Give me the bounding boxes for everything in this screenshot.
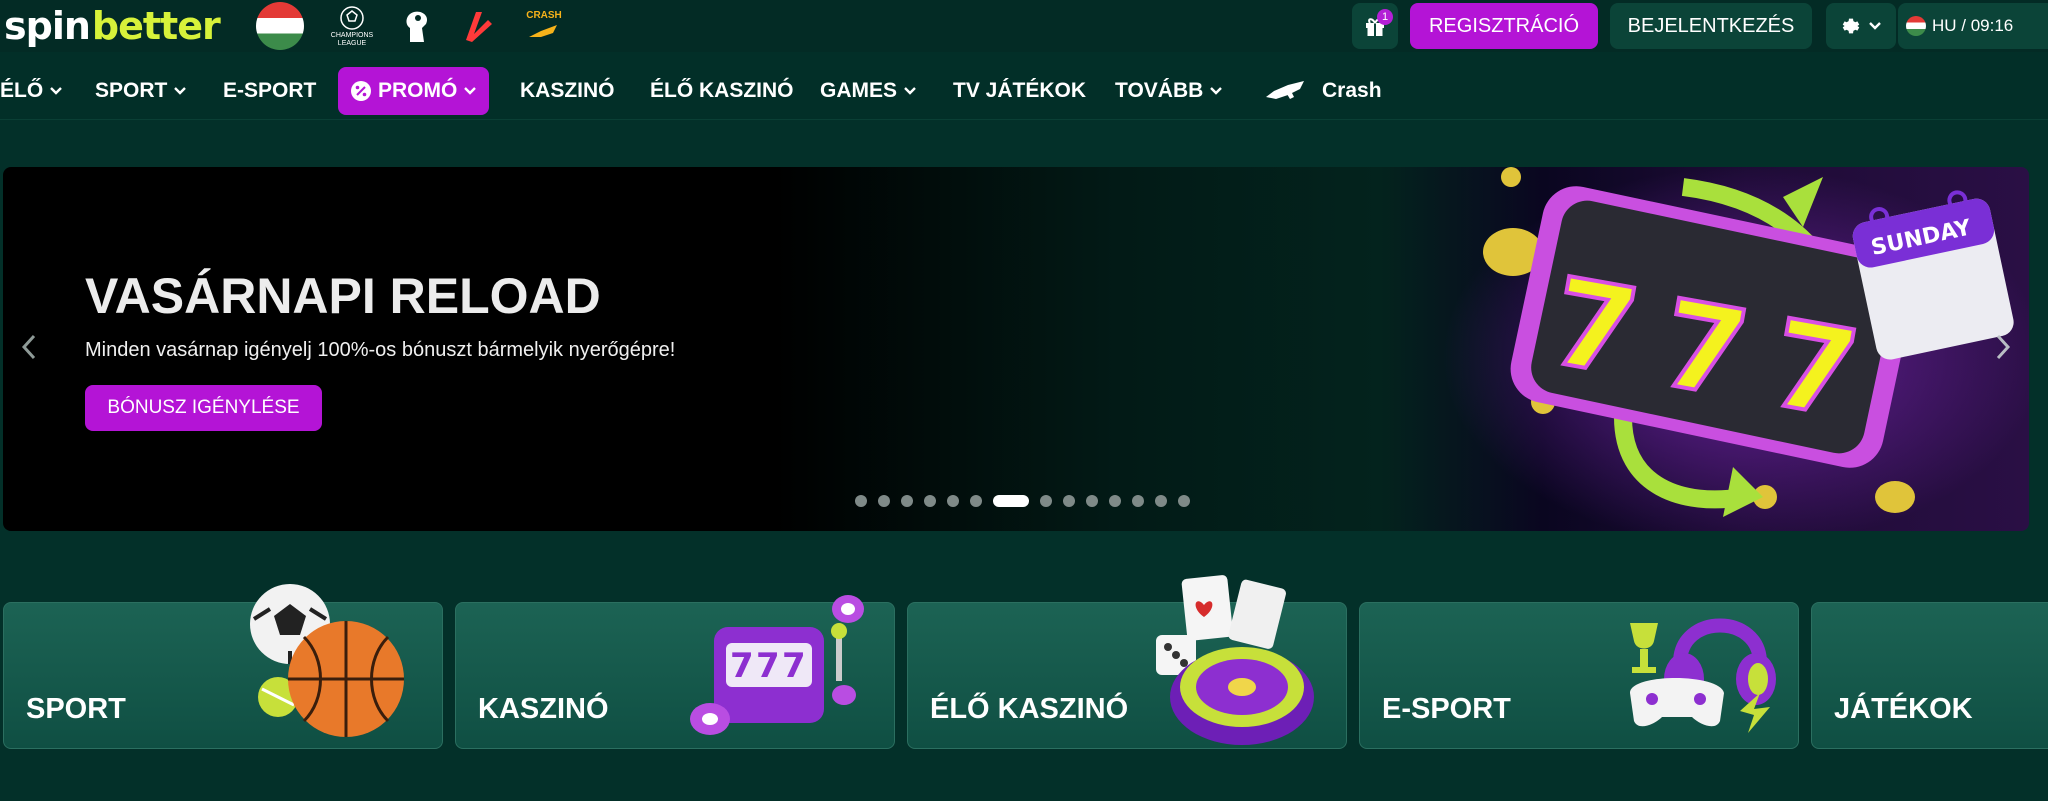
category-label: E-SPORT xyxy=(1382,693,1511,725)
roulette-cards-icon xyxy=(1156,575,1314,745)
carousel-dot[interactable] xyxy=(1040,495,1052,507)
chevron-down-icon xyxy=(1869,22,1881,30)
category-label: JÁTÉKOK xyxy=(1834,693,1973,725)
settings-button[interactable] xyxy=(1826,3,1896,49)
hungary-flag-icon[interactable] xyxy=(256,2,304,50)
carousel-dot[interactable] xyxy=(878,495,890,507)
premier-league-icon[interactable] xyxy=(400,4,434,48)
crash-plane-icon xyxy=(1266,81,1304,99)
carousel-dot[interactable] xyxy=(855,495,867,507)
language-time-selector[interactable]: HU / 09:16 xyxy=(1898,3,2048,49)
carousel-dot[interactable] xyxy=(1155,495,1167,507)
carousel-dots xyxy=(855,495,1190,507)
category-card-esport[interactable]: E-SPORT xyxy=(1359,602,1799,749)
nav-item-sport[interactable]: SPORT xyxy=(95,68,187,114)
nav-item-more[interactable]: TOVÁBB xyxy=(1115,68,1223,114)
gear-icon xyxy=(1842,18,1860,34)
svg-text:7: 7 xyxy=(782,646,806,686)
chevron-down-icon xyxy=(174,87,187,95)
nav-item-promo[interactable]: PROMÓ xyxy=(338,67,490,115)
language-time-text: HU / 09:16 xyxy=(1932,16,2014,35)
logo-spin-text: spin xyxy=(4,4,91,48)
category-card-live-casino[interactable]: ÉLŐ KASZINÓ xyxy=(907,575,1347,749)
gift-count-badge: 1 xyxy=(1377,9,1393,25)
chevron-left-icon[interactable] xyxy=(19,332,39,362)
nav-item-live-casino[interactable]: ÉLŐ KASZINÓ xyxy=(650,68,794,114)
register-button[interactable]: REGISZTRÁCIÓ xyxy=(1410,3,1598,49)
category-label: SPORT xyxy=(26,693,126,725)
chevron-down-icon xyxy=(464,87,477,95)
gift-button[interactable]: 1 xyxy=(1352,3,1398,49)
carousel-dot[interactable] xyxy=(947,495,959,507)
category-label: KASZINÓ xyxy=(478,693,609,725)
champions-league-caption: CHAMPIONS LEAGUE xyxy=(330,32,374,47)
category-card-sport[interactable]: SPORT xyxy=(3,584,443,749)
nav-item-label: Crash xyxy=(1322,79,1382,102)
nav-item-label: KASZINÓ xyxy=(520,79,615,102)
carousel-dot[interactable] xyxy=(924,495,936,507)
top-bar: spin better CHAMPIONS LEAGUE CRASH 1 REG… xyxy=(0,0,2048,52)
nav-item-tv-games[interactable]: TV JÁTÉKOK xyxy=(953,68,1086,114)
svg-text:7: 7 xyxy=(730,646,754,686)
logo-better-text: better xyxy=(91,4,221,48)
nav-item-label: ÉLŐ xyxy=(0,79,44,102)
spinbetter-logo[interactable]: spin better xyxy=(4,4,221,48)
nav-item-games[interactable]: GAMES xyxy=(820,68,917,114)
hungary-flag-icon xyxy=(1906,16,1926,36)
nav-item-label: GAMES xyxy=(820,79,898,102)
crash-icon[interactable]: CRASH xyxy=(522,4,566,48)
nav-item-live[interactable]: ÉLŐ xyxy=(0,68,63,114)
quick-links: CHAMPIONS LEAGUE CRASH xyxy=(256,2,566,50)
slot-machine-illustration: 7 7 7 SUNDAY xyxy=(1383,167,2029,531)
crash-caption: CRASH xyxy=(526,10,562,21)
category-label: ÉLŐ KASZINÓ xyxy=(930,693,1129,725)
nav-item-label: E-SPORT xyxy=(223,79,317,102)
gaming-headset-icon xyxy=(1630,618,1776,733)
nav-item-label: PROMÓ xyxy=(378,79,458,102)
laliga-icon[interactable] xyxy=(458,4,498,48)
login-button[interactable]: BEJELENTKEZÉS xyxy=(1610,3,1812,49)
nav-item-crash[interactable]: Crash xyxy=(1264,68,1382,114)
carousel-dot[interactable] xyxy=(1109,495,1121,507)
nav-item-label: TOVÁBB xyxy=(1115,79,1204,102)
chevron-right-icon[interactable] xyxy=(1993,332,2013,362)
nav-item-label: ÉLŐ KASZINÓ xyxy=(650,79,794,102)
nav-item-esport[interactable]: E-SPORT xyxy=(223,68,316,114)
carousel-dot[interactable] xyxy=(1063,495,1075,507)
slot-machine-icon: 777 xyxy=(690,595,864,735)
nav-item-casino[interactable]: KASZINÓ xyxy=(520,68,615,114)
banner-title: VASÁRNAPI RELOAD xyxy=(85,268,601,324)
claim-bonus-button[interactable]: BÓNUSZ IGÉNYLÉSE xyxy=(85,385,322,431)
balls-illustration xyxy=(250,584,404,737)
carousel-dot[interactable] xyxy=(901,495,913,507)
chevron-down-icon xyxy=(50,87,63,95)
carousel-dot[interactable] xyxy=(993,495,1029,507)
nav-item-label: SPORT xyxy=(95,79,168,102)
chevron-down-icon xyxy=(1210,87,1223,95)
carousel-dot[interactable] xyxy=(970,495,982,507)
category-card-casino[interactable]: KASZINÓ 777 xyxy=(455,595,895,749)
promo-banner[interactable]: VASÁRNAPI RELOAD Minden vasárnap igényel… xyxy=(3,167,2029,531)
champions-league-icon[interactable]: CHAMPIONS LEAGUE xyxy=(328,4,376,48)
banner-subtitle: Minden vasárnap igényelj 100%-os bónuszt… xyxy=(85,339,676,361)
carousel-dot[interactable] xyxy=(1132,495,1144,507)
main-nav: ÉLŐ SPORT E-SPORT PROMÓ KASZINÓ ÉLŐ KASZ… xyxy=(0,52,2048,120)
chevron-down-icon xyxy=(904,87,916,95)
nav-item-label: TV JÁTÉKOK xyxy=(953,79,1087,102)
category-card-games[interactable]: JÁTÉKOK xyxy=(1811,602,2048,749)
carousel-dot[interactable] xyxy=(1178,495,1190,507)
percent-badge-icon xyxy=(351,81,371,101)
svg-text:7: 7 xyxy=(756,646,780,686)
carousel-dot[interactable] xyxy=(1086,495,1098,507)
